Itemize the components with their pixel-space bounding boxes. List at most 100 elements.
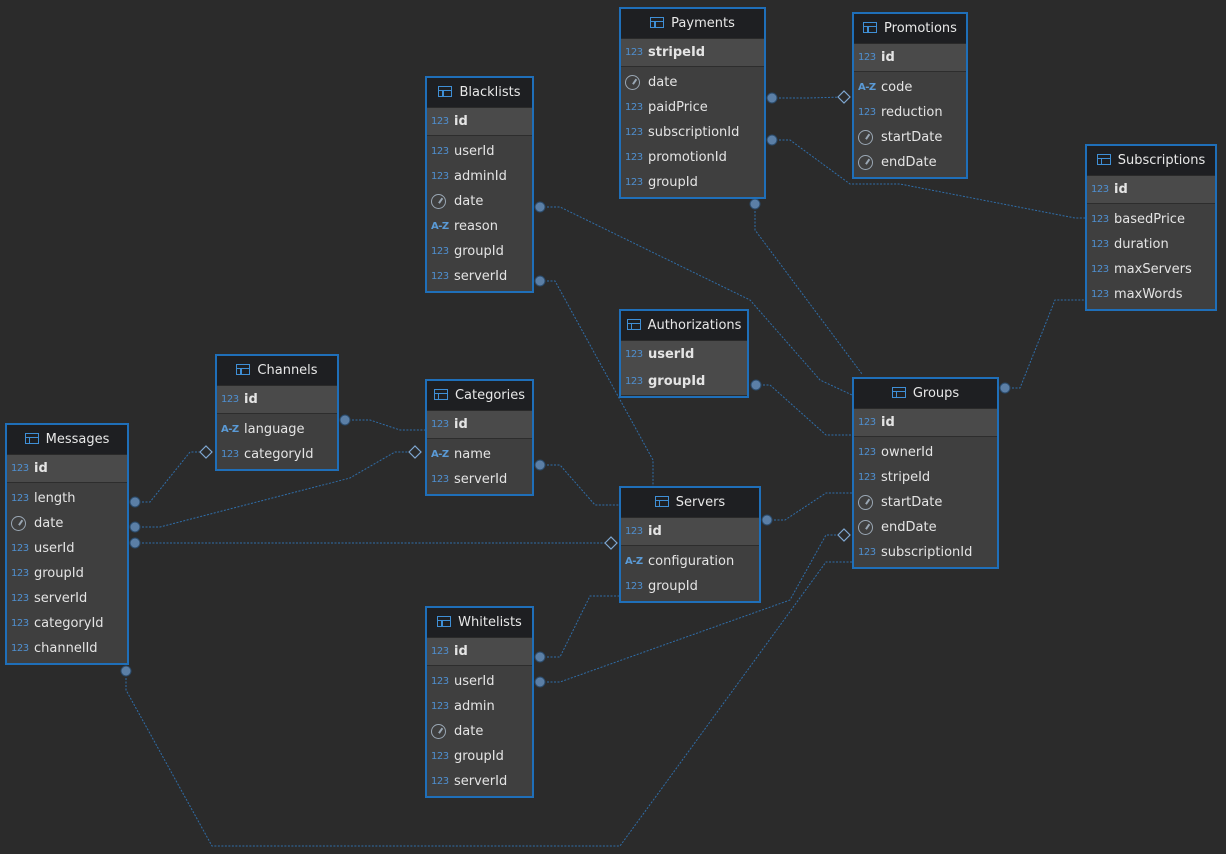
column-name: serverId — [34, 591, 88, 606]
relationship-endpoint-diamond — [837, 528, 851, 542]
entity-subscriptions[interactable]: Subscriptions 123 id 123 basedPrice 123 durati… — [1085, 144, 1217, 311]
column-row[interactable]: date — [427, 719, 532, 744]
relationship-line[interactable] — [772, 96, 845, 99]
pk-column[interactable]: 123 id — [7, 455, 127, 482]
entity-categories[interactable]: Categories 123 id A-Z name 123 serverId — [425, 379, 534, 496]
column-row[interactable]: 123 userId — [7, 536, 127, 561]
clock-icon — [11, 516, 26, 531]
column-row[interactable]: 123 paidPrice — [621, 95, 764, 120]
column-row[interactable]: 123 groupId — [621, 170, 764, 195]
column-row[interactable]: 123 stripeId — [854, 465, 997, 490]
relationship-endpoint-dot — [339, 414, 351, 426]
pk-column[interactable]: 123 id — [427, 411, 532, 438]
column-row[interactable]: 123 serverId — [7, 586, 127, 611]
entity-channels[interactable]: Channels 123 id A-Z language 123 categoryId — [215, 354, 339, 471]
entity-header[interactable]: Groups — [854, 379, 997, 409]
column-row[interactable]: 123 categoryId — [7, 611, 127, 636]
column-row[interactable]: 123 serverId — [427, 467, 532, 492]
pk-column[interactable]: 123 id — [1087, 176, 1215, 203]
entity-authorizations[interactable]: Authorizations 123 userId 123 groupId — [619, 309, 749, 398]
relationship-line[interactable] — [767, 492, 852, 521]
column-row[interactable]: 123 adminId — [427, 164, 532, 189]
relationship-line[interactable] — [540, 595, 619, 658]
column-name: basedPrice — [1114, 212, 1185, 227]
pk-column[interactable]: 123 id — [854, 44, 966, 71]
column-row[interactable]: startDate — [854, 125, 966, 150]
er-diagram-canvas[interactable]: Payments 123 stripeId date 123 paidPrice 123 su… — [0, 0, 1226, 854]
relationship-line[interactable] — [754, 204, 863, 375]
column-row[interactable]: 123 userId — [427, 669, 532, 694]
number-type-icon: 123 — [625, 152, 643, 163]
column-row[interactable]: 123 admin — [427, 694, 532, 719]
column-row[interactable]: 123 duration — [1087, 232, 1215, 257]
column-row[interactable]: endDate — [854, 515, 997, 540]
columns-section: A-Z configuration 123 groupId — [621, 546, 759, 601]
column-row[interactable]: 123 channelId — [7, 636, 127, 661]
entity-servers[interactable]: Servers 123 id A-Z configuration 123 groupId — [619, 486, 761, 603]
entity-header[interactable]: Authorizations — [621, 311, 747, 341]
relationship-line[interactable] — [1005, 299, 1085, 389]
column-row[interactable]: 123 serverId — [427, 769, 532, 794]
column-row[interactable]: 123 ownerId — [854, 440, 997, 465]
relationship-endpoint-dot — [534, 459, 546, 471]
column-name: date — [454, 194, 484, 209]
column-row[interactable]: date — [427, 189, 532, 214]
column-row[interactable]: 123 serverId — [427, 264, 532, 289]
entity-payments[interactable]: Payments 123 stripeId date 123 paidPrice 123 su… — [619, 7, 766, 199]
column-row[interactable]: 123 basedPrice — [1087, 207, 1215, 232]
table-icon — [438, 86, 453, 97]
column-name: maxServers — [1114, 262, 1192, 277]
primary-key-section: 123 userId 123 groupId — [621, 341, 747, 396]
text-type-icon: A-Z — [858, 82, 876, 93]
entity-header[interactable]: Blacklists — [427, 78, 532, 108]
entity-header[interactable]: Channels — [217, 356, 337, 386]
column-row[interactable]: 123 maxWords — [1087, 282, 1215, 307]
entity-messages[interactable]: Messages 123 id 123 length date 123 userId 123 gr… — [5, 423, 129, 665]
column-row[interactable]: A-Z code — [854, 75, 966, 100]
entity-header[interactable]: Promotions — [854, 14, 966, 44]
column-row[interactable]: date — [621, 70, 764, 95]
pk-column[interactable]: 123 stripeId — [621, 39, 764, 66]
entity-header[interactable]: Servers — [621, 488, 759, 518]
number-type-icon: 123 — [431, 419, 449, 430]
pk-column[interactable]: 123 id — [854, 409, 997, 436]
column-row[interactable]: 123 subscriptionId — [621, 120, 764, 145]
entity-header[interactable]: Messages — [7, 425, 127, 455]
entity-blacklists[interactable]: Blacklists 123 id 123 userId 123 adminId date A-… — [425, 76, 534, 293]
pk-column[interactable]: 123 userId — [621, 341, 747, 368]
entity-header[interactable]: Categories — [427, 381, 532, 411]
relationship-line[interactable] — [345, 419, 425, 431]
column-row[interactable]: 123 promotionId — [621, 145, 764, 170]
entity-promotions[interactable]: Promotions 123 id A-Z code 123 reduction startD… — [852, 12, 968, 179]
entity-header[interactable]: Whitelists — [427, 608, 532, 638]
pk-column[interactable]: 123 id — [621, 518, 759, 545]
column-row[interactable]: A-Z language — [217, 417, 337, 442]
relationship-line[interactable] — [540, 464, 619, 506]
pk-column[interactable]: 123 id — [217, 386, 337, 413]
column-row[interactable]: date — [7, 511, 127, 536]
column-row[interactable]: 123 length — [7, 486, 127, 511]
column-row[interactable]: startDate — [854, 490, 997, 515]
entity-header[interactable]: Payments — [621, 9, 764, 39]
pk-column[interactable]: 123 groupId — [621, 368, 747, 395]
column-row[interactable]: A-Z name — [427, 442, 532, 467]
column-row[interactable]: 123 reduction — [854, 100, 966, 125]
column-row[interactable]: 123 categoryId — [217, 442, 337, 467]
pk-column[interactable]: 123 id — [427, 638, 532, 665]
column-row[interactable]: A-Z reason — [427, 214, 532, 239]
entity-header[interactable]: Subscriptions — [1087, 146, 1215, 176]
column-row[interactable]: 123 subscriptionId — [854, 540, 997, 565]
column-row[interactable]: 123 groupId — [7, 561, 127, 586]
column-row[interactable]: 123 groupId — [621, 574, 759, 599]
pk-column[interactable]: 123 id — [427, 108, 532, 135]
entity-whitelists[interactable]: Whitelists 123 id 123 userId 123 admin date 123 g… — [425, 606, 534, 798]
entity-groups[interactable]: Groups 123 id 123 ownerId 123 stripeId startDat… — [852, 377, 999, 569]
column-row[interactable]: 123 maxServers — [1087, 257, 1215, 282]
column-row[interactable]: A-Z configuration — [621, 549, 759, 574]
relationship-line[interactable] — [135, 451, 206, 503]
column-row[interactable]: 123 groupId — [427, 744, 532, 769]
column-row[interactable]: endDate — [854, 150, 966, 175]
column-row[interactable]: 123 userId — [427, 139, 532, 164]
column-row[interactable]: 123 groupId — [427, 239, 532, 264]
relationship-line[interactable] — [756, 384, 852, 436]
